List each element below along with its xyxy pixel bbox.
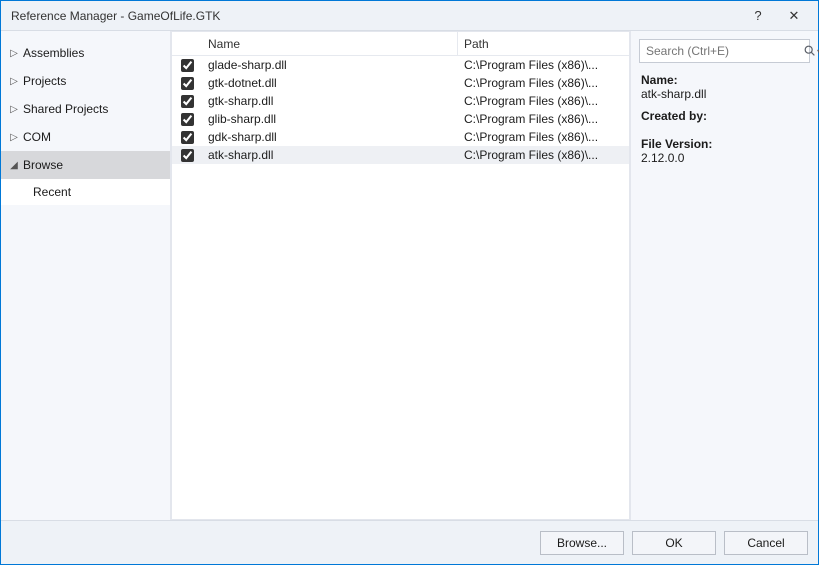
window-title: Reference Manager - GameOfLife.GTK (11, 9, 740, 23)
row-checkbox-cell (172, 146, 202, 165)
details-createdby-label: Created by: (641, 109, 808, 123)
row-path: C:\Program Files (x86)\... (458, 58, 629, 72)
row-checkbox[interactable] (181, 113, 194, 126)
row-path: C:\Program Files (x86)\... (458, 76, 629, 90)
row-path: C:\Program Files (x86)\... (458, 94, 629, 108)
list-body: glade-sharp.dllC:\Program Files (x86)\..… (172, 56, 629, 519)
reference-list: Name Path glade-sharp.dllC:\Program File… (171, 31, 630, 520)
browse-button[interactable]: Browse... (540, 531, 624, 555)
row-name: gtk-dotnet.dll (202, 76, 458, 90)
titlebar: Reference Manager - GameOfLife.GTK ? ✕ (1, 1, 818, 31)
dialog-footer: Browse... OK Cancel (1, 520, 818, 564)
row-path: C:\Program Files (x86)\... (458, 130, 629, 144)
search-box[interactable]: ▾ (639, 39, 810, 63)
table-row[interactable]: atk-sharp.dllC:\Program Files (x86)\... (172, 146, 629, 164)
row-checkbox-cell (172, 56, 202, 75)
nav-label: Assemblies (21, 46, 84, 60)
details-pane: ▾ Name: atk-sharp.dll Created by: File V… (630, 31, 818, 520)
nav-item-com[interactable]: ▷ COM (1, 123, 170, 151)
chevron-right-icon: ▷ (7, 76, 21, 87)
nav-item-shared-projects[interactable]: ▷ Shared Projects (1, 95, 170, 123)
search-input[interactable] (644, 43, 803, 59)
ok-button[interactable]: OK (632, 531, 716, 555)
row-name: atk-sharp.dll (202, 148, 458, 162)
cancel-button[interactable]: Cancel (724, 531, 808, 555)
row-name: gdk-sharp.dll (202, 130, 458, 144)
nav-label: Projects (21, 74, 66, 88)
list-wrap: Name Path glade-sharp.dllC:\Program File… (171, 31, 630, 520)
chevron-down-icon: ◢ (7, 160, 21, 171)
nav-item-browse[interactable]: ◢ Browse (1, 151, 170, 179)
details-fileversion-value: 2.12.0.0 (641, 151, 808, 165)
chevron-right-icon: ▷ (7, 104, 21, 115)
help-button[interactable]: ? (740, 2, 776, 30)
category-nav: ▷ Assemblies ▷ Projects ▷ Shared Project… (1, 31, 171, 520)
nav-label: Shared Projects (21, 102, 108, 116)
close-button[interactable]: ✕ (776, 2, 812, 30)
row-path: C:\Program Files (x86)\... (458, 112, 629, 126)
nav-label: Browse (21, 158, 63, 172)
column-header-name[interactable]: Name (202, 32, 458, 55)
details-name-value: atk-sharp.dll (641, 87, 808, 101)
chevron-right-icon: ▷ (7, 132, 21, 143)
row-checkbox[interactable] (181, 59, 194, 72)
chevron-right-icon: ▷ (7, 48, 21, 59)
details-name-label: Name: (641, 73, 808, 87)
nav-subitem-recent[interactable]: Recent (1, 179, 170, 205)
row-checkbox[interactable] (181, 131, 194, 144)
table-row[interactable]: gdk-sharp.dllC:\Program Files (x86)\... (172, 128, 629, 146)
nav-item-projects[interactable]: ▷ Projects (1, 67, 170, 95)
nav-label: COM (21, 130, 51, 144)
table-row[interactable]: glib-sharp.dllC:\Program Files (x86)\... (172, 110, 629, 128)
row-checkbox[interactable] (181, 95, 194, 108)
row-name: glade-sharp.dll (202, 58, 458, 72)
row-checkbox[interactable] (181, 77, 194, 90)
row-checkbox-cell (172, 110, 202, 129)
table-row[interactable]: gtk-sharp.dllC:\Program Files (x86)\... (172, 92, 629, 110)
nav-item-assemblies[interactable]: ▷ Assemblies (1, 39, 170, 67)
nav-sub-label: Recent (33, 185, 71, 199)
row-name: gtk-sharp.dll (202, 94, 458, 108)
center-pane: Name Path glade-sharp.dllC:\Program File… (171, 31, 630, 520)
content-area: ▷ Assemblies ▷ Projects ▷ Shared Project… (1, 31, 818, 520)
table-row[interactable]: gtk-dotnet.dllC:\Program Files (x86)\... (172, 74, 629, 92)
column-header-path[interactable]: Path (458, 32, 629, 55)
row-checkbox[interactable] (181, 149, 194, 162)
details-fileversion-label: File Version: (641, 137, 808, 151)
row-checkbox-cell (172, 74, 202, 93)
table-row[interactable]: glade-sharp.dllC:\Program Files (x86)\..… (172, 56, 629, 74)
row-checkbox-cell (172, 128, 202, 147)
row-path: C:\Program Files (x86)\... (458, 148, 629, 162)
row-checkbox-cell (172, 92, 202, 111)
row-name: glib-sharp.dll (202, 112, 458, 126)
search-icon[interactable] (803, 44, 817, 58)
list-header: Name Path (172, 32, 629, 56)
